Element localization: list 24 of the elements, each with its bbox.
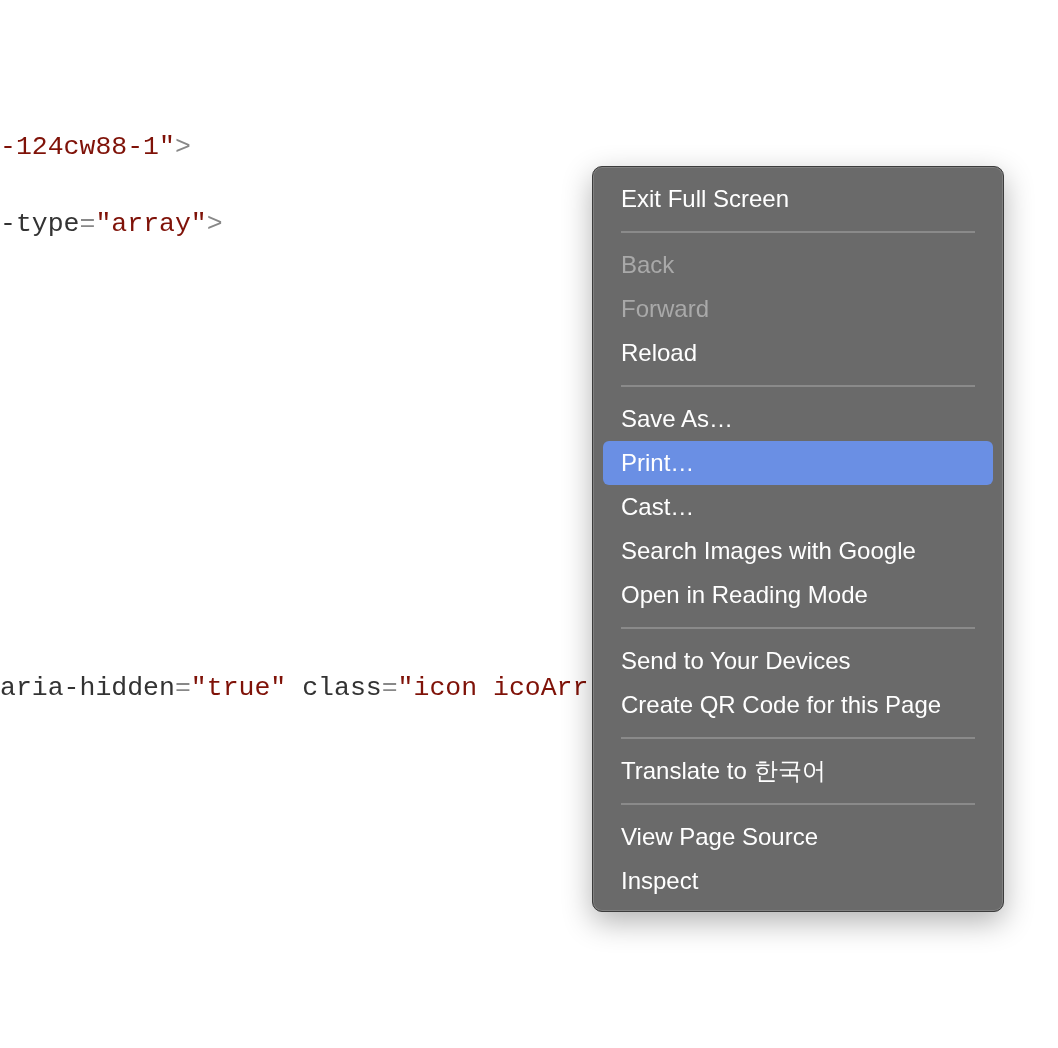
code-punctuation: > [206, 208, 223, 242]
attribute-value: "icon icoArr [397, 672, 589, 706]
code-punctuation: = [79, 208, 96, 242]
menu-item[interactable]: Exit Full Screen [603, 177, 993, 221]
menu-item[interactable]: Translate to 한국어 [603, 749, 993, 793]
menu-item[interactable]: View Page Source [603, 815, 993, 859]
attribute-value: "array" [95, 208, 207, 242]
attribute-name: aria-hidden [0, 672, 175, 706]
menu-item[interactable]: Search Images with Google [603, 529, 993, 573]
attribute-name: class [301, 672, 382, 706]
menu-item[interactable]: Create QR Code for this Page [603, 683, 993, 727]
menu-item[interactable]: Print… [603, 441, 993, 485]
menu-item[interactable]: Inspect [603, 859, 993, 903]
attribute-value: -124cw88-1" [0, 131, 175, 164]
code-punctuation: = [381, 672, 398, 706]
menu-item[interactable]: Send to Your Devices [603, 639, 993, 683]
code-punctuation: > [174, 131, 191, 164]
menu-item[interactable]: Cast… [603, 485, 993, 529]
menu-item[interactable]: Open in Reading Mode [603, 573, 993, 617]
code-punctuation: = [174, 672, 191, 706]
menu-item[interactable]: Save As… [603, 397, 993, 441]
attribute-value: "true" [190, 672, 287, 706]
menu-item[interactable]: Reload [603, 331, 993, 375]
attribute-name: -type [0, 208, 80, 242]
